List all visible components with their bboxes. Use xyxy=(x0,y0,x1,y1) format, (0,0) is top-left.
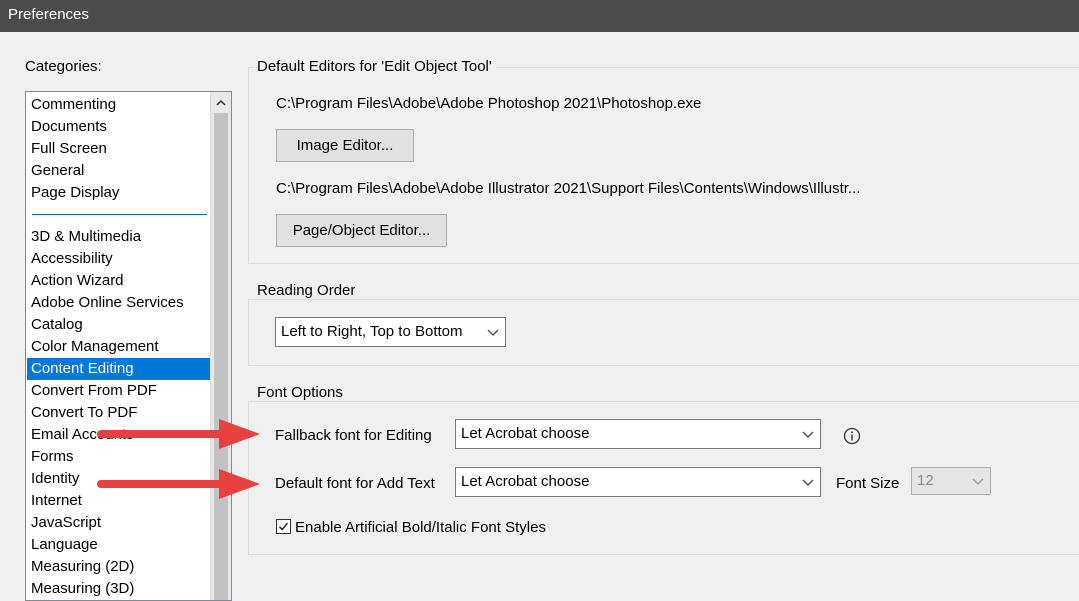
list-item[interactable]: Identity xyxy=(27,468,211,490)
bold-italic-label[interactable]: Enable Artificial Bold/Italic Font Style… xyxy=(295,519,546,536)
chevron-down-icon xyxy=(802,431,814,438)
categories-list-items: Commenting Documents Full Screen General Pag… xyxy=(27,94,211,600)
font-size-value: 12 xyxy=(917,472,934,489)
reading-order-value: Left to Right, Top to Bottom xyxy=(281,323,463,340)
categories-list[interactable]: Commenting Documents Full Screen General Pag… xyxy=(25,91,232,601)
list-item[interactable]: Measuring (2D) xyxy=(27,556,211,578)
reading-order-title: Reading Order xyxy=(253,282,360,299)
list-item[interactable]: Commenting xyxy=(27,94,211,116)
fallback-font-label: Fallback font for Editing xyxy=(275,427,432,444)
list-item[interactable]: Internet xyxy=(27,490,211,512)
page-object-editor-path: C:\Program Files\Adobe\Adobe Illustrator… xyxy=(276,180,861,197)
fallback-font-select[interactable]: Let Acrobat choose xyxy=(455,419,821,449)
list-item[interactable]: Content Editing xyxy=(27,358,211,380)
font-options-title: Font Options xyxy=(253,384,347,401)
list-item[interactable]: Color Management xyxy=(27,336,211,358)
list-item[interactable]: Action Wizard xyxy=(27,270,211,292)
fallback-font-value: Let Acrobat choose xyxy=(461,425,590,442)
list-item[interactable]: Convert To PDF xyxy=(27,402,211,424)
list-item[interactable]: Adobe Online Services xyxy=(27,292,211,314)
default-font-value: Let Acrobat choose xyxy=(461,473,590,490)
list-item[interactable]: General xyxy=(27,160,211,182)
reading-order-select[interactable]: Left to Right, Top to Bottom xyxy=(275,317,506,347)
categories-label: Categories: xyxy=(25,58,102,75)
list-item[interactable]: Forms xyxy=(27,446,211,468)
page-object-editor-button[interactable]: Page/Object Editor... xyxy=(276,214,447,247)
list-item[interactable]: Full Screen xyxy=(27,138,211,160)
chevron-down-icon xyxy=(972,478,984,485)
window-title: Preferences xyxy=(8,6,89,23)
list-item[interactable]: JavaScript xyxy=(27,512,211,534)
list-item[interactable]: Convert From PDF xyxy=(27,380,211,402)
bold-italic-checkbox[interactable] xyxy=(276,519,291,534)
list-item[interactable]: Email Accounts xyxy=(27,424,211,446)
default-editors-title: Default Editors for 'Edit Object Tool' xyxy=(253,58,496,75)
font-size-select[interactable]: 12 xyxy=(911,467,991,495)
list-item[interactable]: Documents xyxy=(27,116,211,138)
list-item[interactable]: Language xyxy=(27,534,211,556)
info-icon[interactable] xyxy=(843,427,861,445)
image-editor-button[interactable]: Image Editor... xyxy=(276,129,414,162)
list-item[interactable]: Catalog xyxy=(27,314,211,336)
chevron-down-icon xyxy=(487,329,499,336)
checkmark-icon xyxy=(278,522,289,531)
image-editor-path: C:\Program Files\Adobe\Adobe Photoshop 2… xyxy=(276,95,702,112)
list-separator xyxy=(27,204,211,226)
list-item[interactable]: Measuring (3D) xyxy=(27,578,211,600)
chevron-down-icon xyxy=(802,479,814,486)
default-font-select[interactable]: Let Acrobat choose xyxy=(455,467,821,497)
title-bar: Preferences xyxy=(0,0,1079,32)
chevron-up-icon[interactable] xyxy=(211,92,231,112)
list-item[interactable]: 3D & Multimedia xyxy=(27,226,211,248)
default-font-label: Default font for Add Text xyxy=(275,475,435,492)
list-item[interactable]: Page Display xyxy=(27,182,211,204)
scroll-thumb[interactable] xyxy=(214,113,228,600)
list-item[interactable]: Accessibility xyxy=(27,248,211,270)
categories-scrollbar[interactable] xyxy=(210,92,231,600)
font-size-label: Font Size xyxy=(836,475,900,492)
